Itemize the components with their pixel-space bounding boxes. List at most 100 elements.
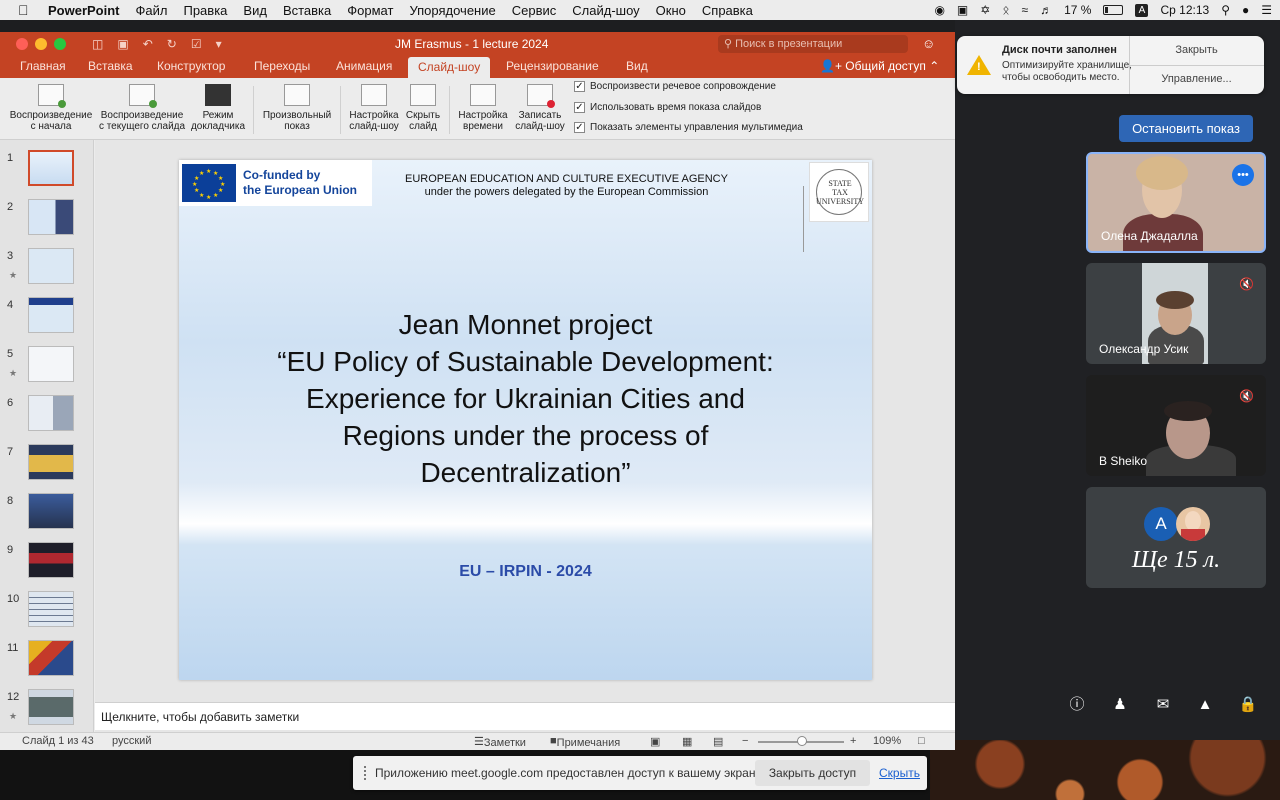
slide-thumbnail[interactable]: 5 ★ <box>0 346 93 390</box>
custom-show-button[interactable]: Произвольный показ <box>260 84 334 132</box>
zoom-window-button[interactable] <box>54 38 66 50</box>
input-source-icon[interactable]: A <box>1135 3 1149 17</box>
check-icon[interactable]: ☑ <box>191 37 202 51</box>
slide-thumbnail[interactable]: 2 <box>0 199 93 243</box>
checkbox-checked-icon[interactable]: ✓ <box>574 122 585 133</box>
menu-tools[interactable]: Сервис <box>512 3 557 18</box>
redo-icon[interactable]: ↻ <box>167 37 177 51</box>
wifi-icon[interactable]: ≈ <box>1022 3 1029 17</box>
stop-presenting-button[interactable]: Остановить показ <box>1119 115 1253 142</box>
stop-sharing-button[interactable]: Закрыть доступ <box>755 760 870 786</box>
slide-thumbnail[interactable]: 11 <box>0 640 93 684</box>
menu-file[interactable]: Файл <box>136 3 168 18</box>
record-icon[interactable]: ◉ <box>934 3 944 17</box>
play-from-current-button[interactable]: Воспроизведение с текущего слайда <box>97 84 187 132</box>
save-icon[interactable]: ▣ <box>117 37 128 51</box>
slide-thumbnail[interactable]: 1 <box>0 150 93 194</box>
menu-arrange[interactable]: Упорядочение <box>409 3 495 18</box>
menu-view[interactable]: Вид <box>243 3 267 18</box>
people-icon[interactable]: ♟ <box>1109 694 1131 716</box>
slide-thumbnail[interactable]: 6 <box>0 395 93 439</box>
close-window-button[interactable] <box>16 38 28 50</box>
menu-slideshow[interactable]: Слайд-шоу <box>572 3 639 18</box>
slide-thumbnail[interactable]: 4 <box>0 297 93 341</box>
comments-toggle[interactable]: ■ Примечания <box>550 735 620 749</box>
feedback-smiley-icon[interactable]: ☺ <box>922 36 935 51</box>
zoom-in-icon[interactable]: + <box>850 735 856 747</box>
slide-sorter-icon[interactable]: ▦ <box>682 735 692 748</box>
battery-percent[interactable]: 17 % <box>1064 3 1091 17</box>
setup-slideshow-button[interactable]: Настройка слайд-шоу <box>346 84 402 132</box>
record-slideshow-button[interactable]: Записать слайд-шоу <box>512 84 568 132</box>
zoom-out-icon[interactable]: − <box>742 735 748 747</box>
customize-toolbar-icon[interactable]: ▾ <box>216 37 222 51</box>
checkbox-media-controls[interactable]: ✓ Показать элементы управления мультимеди… <box>574 122 803 133</box>
menu-format[interactable]: Формат <box>347 3 393 18</box>
notification-manage-button[interactable]: Управление... <box>1129 73 1264 85</box>
play-from-start-button[interactable]: Воспроизведение с начала <box>6 84 96 132</box>
menu-help[interactable]: Справка <box>702 3 753 18</box>
siri-icon[interactable]: ● <box>1242 3 1249 17</box>
clock[interactable]: Ср 12:13 <box>1160 3 1209 17</box>
checkbox-checked-icon[interactable]: ✓ <box>574 81 585 92</box>
undo-icon[interactable]: ↶ <box>143 37 153 51</box>
notes-field[interactable]: Щелкните, чтобы добавить заметки <box>95 702 955 730</box>
search-input[interactable]: ⚲ Поиск в презентации <box>718 35 908 53</box>
info-icon[interactable]: ⓘ <box>1066 694 1088 716</box>
battery-icon[interactable] <box>1103 5 1124 15</box>
slide-editor[interactable]: ★ ★ ★ ★ ★ ★ ★ ★ ★ ★ ★ ★ Co-funded by the European… <box>95 140 955 732</box>
checkbox-narration[interactable]: ✓ Воспроизвести речевое сопровождение <box>574 81 776 92</box>
tab-review[interactable]: Рецензирование <box>506 59 599 73</box>
zoom-slider-handle[interactable] <box>797 736 807 746</box>
more-participants-tile[interactable]: A Ще 15 л. <box>1086 487 1266 588</box>
slide-thumbnail[interactable]: 3 ★ <box>0 248 93 292</box>
participant-tile[interactable]: 🔇 B Sheiko <box>1086 375 1266 476</box>
tab-transitions[interactable]: Переходы <box>254 59 310 73</box>
slide-thumbnail[interactable]: 12 ★ <box>0 689 93 732</box>
notification-close-button[interactable]: Закрыть <box>1129 44 1264 56</box>
participant-tile[interactable]: ••• Олена Джадалла <box>1086 152 1266 253</box>
control-center-icon[interactable]: ☰ <box>1261 3 1272 17</box>
hide-share-bar-link[interactable]: Скрыть <box>879 766 920 780</box>
slide-thumbnail[interactable]: 8 <box>0 493 93 537</box>
share-button[interactable]: 👤+ Общий доступ ⌃ <box>820 59 939 73</box>
checkbox-checked-icon[interactable]: ✓ <box>574 102 585 113</box>
tab-home[interactable]: Главная <box>20 59 66 73</box>
monitor-icon[interactable]: ▣ <box>957 3 968 17</box>
tab-view[interactable]: Вид <box>626 59 648 73</box>
activities-icon[interactable]: ▲ <box>1194 694 1216 716</box>
tab-animations[interactable]: Анимация <box>336 59 392 73</box>
language-indicator[interactable]: русский <box>112 735 151 747</box>
slide-thumbnail[interactable]: 9 <box>0 542 93 586</box>
tab-slideshow[interactable]: Слайд-шоу <box>408 57 491 78</box>
participant-tile[interactable]: 🔇 Олександр Усик <box>1086 263 1266 364</box>
menu-edit[interactable]: Правка <box>183 3 227 18</box>
menu-app-name[interactable]: PowerPoint <box>48 3 120 18</box>
apple-icon[interactable]:  <box>18 2 34 18</box>
sidebar-icon[interactable]: ◫ <box>92 37 103 51</box>
bluetooth-icon[interactable]: ᛟ <box>1002 3 1009 17</box>
notes-toggle[interactable]: ☰ Заметки <box>474 735 526 749</box>
slide-thumbnails-panel[interactable]: 1 2 3 ★ 4 5 ★ 6 7 8 9 10 11 12 ★ <box>0 140 94 732</box>
tab-insert[interactable]: Вставка <box>88 59 133 73</box>
tools-icon[interactable]: ✡ <box>980 3 990 17</box>
slide-thumbnail[interactable]: 10 <box>0 591 93 635</box>
presenter-view-button[interactable]: Режим докладчика <box>190 84 246 132</box>
chat-icon[interactable]: ✉ <box>1152 694 1174 716</box>
reading-view-icon[interactable]: ▤ <box>713 735 723 748</box>
spotlight-icon[interactable]: ⚲ <box>1221 3 1230 17</box>
normal-view-icon[interactable]: ▣ <box>650 735 660 748</box>
fit-window-icon[interactable]: □ <box>918 735 925 747</box>
menu-insert[interactable]: Вставка <box>283 3 331 18</box>
tab-design[interactable]: Конструктор <box>157 59 225 73</box>
drag-handle[interactable] <box>364 766 368 780</box>
rehearse-timings-button[interactable]: Настройка времени <box>455 84 511 132</box>
slide[interactable]: ★ ★ ★ ★ ★ ★ ★ ★ ★ ★ ★ ★ Co-funded by the European… <box>179 160 872 680</box>
slide-thumbnail[interactable]: 7 <box>0 444 93 488</box>
more-options-icon[interactable]: ••• <box>1232 164 1254 186</box>
menu-window[interactable]: Окно <box>656 3 686 18</box>
minimize-window-button[interactable] <box>35 38 47 50</box>
checkbox-timings[interactable]: ✓ Использовать время показа слайдов <box>574 102 761 113</box>
zoom-level[interactable]: 109% <box>873 735 901 747</box>
host-controls-icon[interactable]: 🔒 <box>1237 694 1259 716</box>
